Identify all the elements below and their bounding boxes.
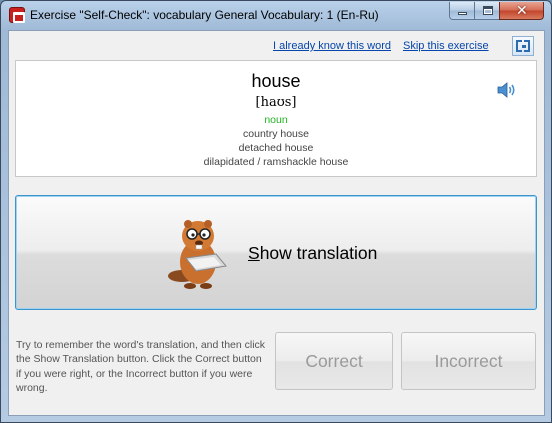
fullscreen-button[interactable] — [512, 36, 534, 56]
already-know-link[interactable]: I already know this word — [273, 40, 391, 52]
example-phrase: dilapidated / ramshackle house — [203, 156, 349, 168]
beaver-mascot — [168, 220, 227, 289]
close-button[interactable]: ✕ — [499, 2, 544, 20]
exercise-panel: I already know this word Skip this exerc… — [8, 30, 545, 416]
part-of-speech: noun — [264, 114, 288, 126]
title-bar[interactable]: Exercise "Self-Check": vocabulary Genera… — [1, 1, 551, 29]
show-translation-label: Show translation — [248, 243, 378, 263]
show-translation-button[interactable]: Show translation — [15, 195, 537, 310]
speaker-icon[interactable] — [496, 81, 518, 99]
exercise-window: Exercise "Self-Check": vocabulary Genera… — [0, 0, 552, 423]
example-phrase: detached house — [238, 142, 314, 154]
minimize-icon — [458, 12, 467, 15]
window-title: Exercise "Self-Check": vocabulary Genera… — [30, 8, 379, 22]
incorrect-button[interactable]: Incorrect — [401, 332, 536, 390]
minimize-button[interactable] — [449, 2, 475, 20]
word-card: house [haʊs] noun country house detached… — [15, 60, 537, 177]
close-icon: ✕ — [516, 2, 528, 18]
correct-button[interactable]: Correct — [275, 332, 393, 390]
maximize-icon — [483, 6, 493, 15]
word: house — [251, 71, 301, 91]
instructions-text: Try to remember the word's translation, … — [16, 339, 266, 394]
skip-exercise-link[interactable]: Skip this exercise — [403, 40, 489, 52]
app-icon[interactable] — [9, 7, 25, 23]
maximize-button[interactable] — [474, 2, 500, 20]
transcription: [haʊs] — [255, 95, 297, 110]
example-phrase: country house — [243, 128, 309, 140]
